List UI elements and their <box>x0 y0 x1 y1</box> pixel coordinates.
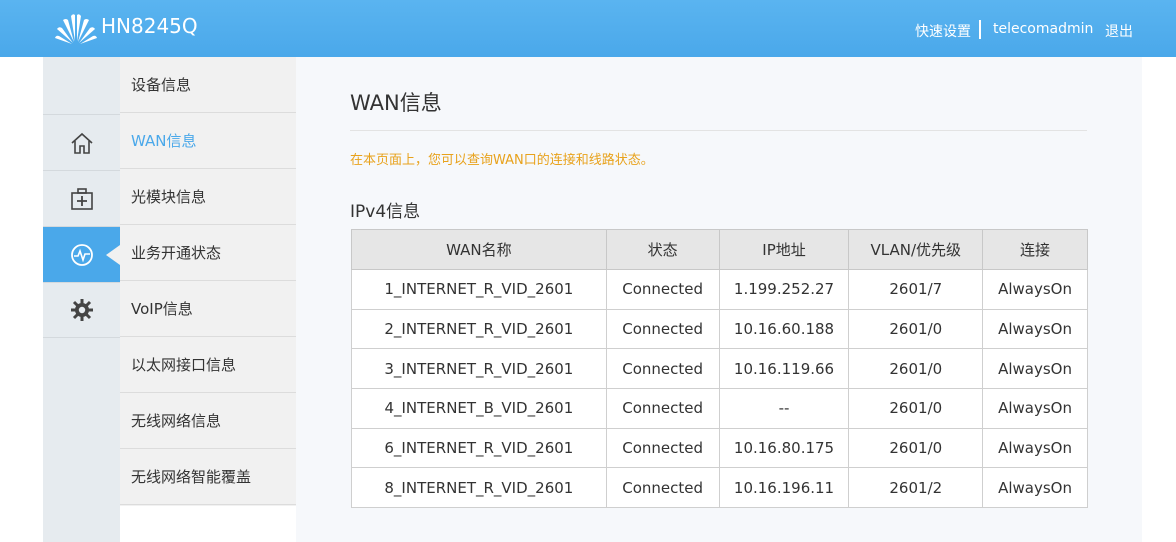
table-row[interactable]: 8_INTERNET_R_VID_2601 Connected 10.16.19… <box>351 467 1088 509</box>
table-row[interactable]: 2_INTERNET_R_VID_2601 Connected 10.16.60… <box>351 308 1088 350</box>
column-header-wan-name: WAN名称 <box>351 229 607 270</box>
table-row[interactable]: 1_INTERNET_R_VID_2601 Connected 1.199.25… <box>351 269 1088 310</box>
wan-name-cell: 8_INTERNET_R_VID_2601 <box>351 467 607 509</box>
submenu-item-wan-info[interactable]: WAN信息 <box>120 113 296 169</box>
vlan-cell: 2601/7 <box>848 269 984 310</box>
device-model: HN8245Q <box>101 14 198 38</box>
ip-cell: 1.199.252.27 <box>718 269 850 310</box>
rail-home[interactable] <box>43 114 120 170</box>
vlan-cell: 2601/0 <box>848 427 984 469</box>
wan-name-cell: 6_INTERNET_R_VID_2601 <box>351 427 607 469</box>
gear-icon <box>70 299 93 321</box>
column-header-ip: IP地址 <box>718 229 850 270</box>
wan-name-cell: 3_INTERNET_R_VID_2601 <box>351 348 607 390</box>
connection-cell: AlwaysOn <box>982 427 1088 469</box>
main-content: WAN信息 在本页面上，您可以查询WAN口的连接和线路状态。 IPv4信息 WA… <box>296 57 1142 542</box>
table-row[interactable]: 4_INTERNET_B_VID_2601 Connected -- 2601/… <box>351 388 1088 429</box>
column-header-connection: 连接 <box>982 229 1088 270</box>
active-indicator <box>106 245 120 265</box>
username-link[interactable]: telecomadmin <box>993 21 1093 37</box>
vlan-cell: 2601/0 <box>848 308 984 350</box>
status-cell: Connected <box>605 308 720 350</box>
submenu-item-optical-module[interactable]: 光模块信息 <box>120 169 296 225</box>
section-title: IPv4信息 <box>350 202 421 222</box>
status-cell: Connected <box>605 427 720 469</box>
status-cell: Connected <box>605 348 720 390</box>
wan-name-cell: 2_INTERNET_R_VID_2601 <box>351 308 607 350</box>
vlan-cell: 2601/0 <box>848 348 984 390</box>
status-cell: Connected <box>605 467 720 509</box>
wan-table: WAN名称 状态 IP地址 VLAN/优先级 连接 1_INTERNET_R_V… <box>351 229 1088 509</box>
rail-settings[interactable] <box>43 282 120 338</box>
wan-name-cell: 4_INTERNET_B_VID_2601 <box>351 388 607 429</box>
connection-cell: AlwaysOn <box>982 467 1088 509</box>
submenu-item-ethernet-info[interactable]: 以太网接口信息 <box>120 337 296 393</box>
table-row[interactable]: 3_INTERNET_R_VID_2601 Connected 10.16.11… <box>351 348 1088 390</box>
vlan-cell: 2601/0 <box>848 388 984 429</box>
ip-cell: 10.16.196.11 <box>718 467 850 509</box>
status-icon <box>70 243 93 266</box>
rail-status[interactable] <box>43 226 120 282</box>
wan-name-cell: 1_INTERNET_R_VID_2601 <box>351 269 607 310</box>
ip-cell: 10.16.119.66 <box>718 348 850 390</box>
toolbox-icon <box>70 187 93 210</box>
connection-cell: AlwaysOn <box>982 388 1088 429</box>
status-cell: Connected <box>605 269 720 310</box>
table-row[interactable]: 6_INTERNET_R_VID_2601 Connected 10.16.80… <box>351 427 1088 469</box>
header-divider <box>979 20 981 39</box>
ip-cell: 10.16.80.175 <box>718 427 850 469</box>
page-hint: 在本页面上，您可以查询WAN口的连接和线路状态。 <box>350 153 654 168</box>
connection-cell: AlwaysOn <box>982 308 1088 350</box>
page-title: WAN信息 <box>350 91 442 115</box>
home-icon <box>70 132 93 154</box>
title-divider <box>350 130 1087 131</box>
submenu-item-voip-info[interactable]: VoIP信息 <box>120 281 296 337</box>
logout-link[interactable]: 退出 <box>1105 21 1133 41</box>
submenu: 设备信息 WAN信息 光模块信息 业务开通状态 VoIP信息 以太网接口信息 无… <box>120 57 296 506</box>
rail-toolbox[interactable] <box>43 170 120 226</box>
ip-cell: 10.16.60.188 <box>718 308 850 350</box>
column-header-vlan: VLAN/优先级 <box>848 229 984 270</box>
connection-cell: AlwaysOn <box>982 269 1088 310</box>
submenu-item-wlan-info[interactable]: 无线网络信息 <box>120 393 296 449</box>
status-cell: Connected <box>605 388 720 429</box>
huawei-logo-icon <box>55 14 97 44</box>
top-header: HN8245Q 快速设置 telecomadmin 退出 <box>0 0 1176 57</box>
quick-setup-link[interactable]: 快速设置 <box>915 21 971 41</box>
submenu-item-wlan-coverage[interactable]: 无线网络智能覆盖 <box>120 449 296 505</box>
submenu-item-service-status[interactable]: 业务开通状态 <box>120 225 296 281</box>
vlan-cell: 2601/2 <box>848 467 984 509</box>
submenu-item-device-info[interactable]: 设备信息 <box>120 57 296 113</box>
column-header-status: 状态 <box>605 229 720 270</box>
table-header-row: WAN名称 状态 IP地址 VLAN/优先级 连接 <box>351 229 1088 270</box>
connection-cell: AlwaysOn <box>982 348 1088 390</box>
ip-cell: -- <box>718 388 850 429</box>
icon-rail <box>43 57 120 542</box>
